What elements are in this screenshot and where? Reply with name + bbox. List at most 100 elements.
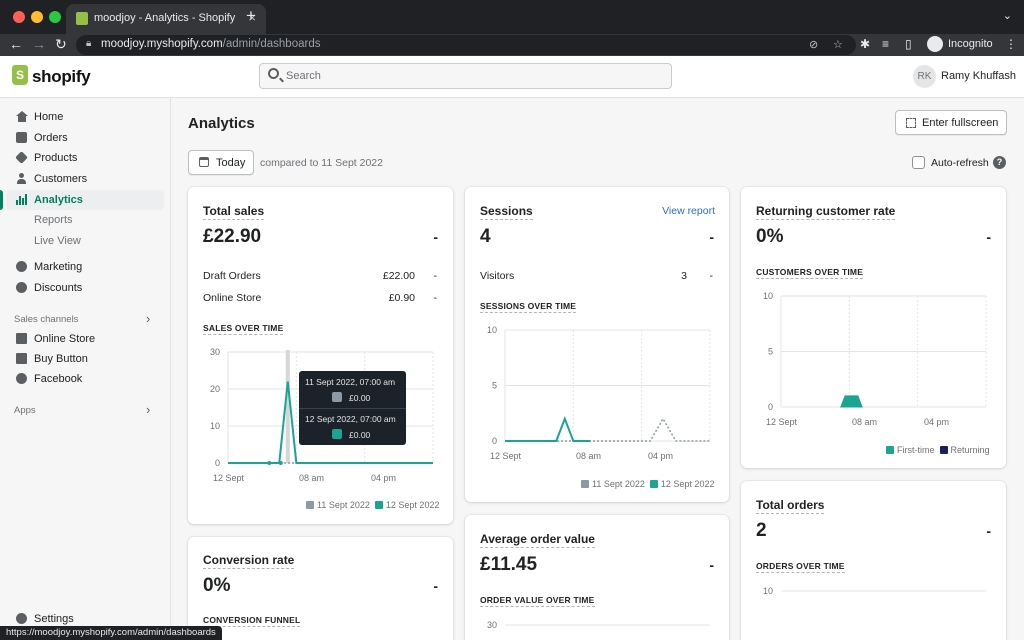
sidebar-item-marketing[interactable]: Marketing bbox=[6, 257, 164, 277]
user-name[interactable]: Ramy Khuffash bbox=[941, 70, 1016, 82]
total-sales-card: Total sales £22.90 - Draft Orders £22.00… bbox=[188, 187, 453, 524]
chart-legend: First-time Returning bbox=[886, 445, 990, 455]
sidebar-item-buy-button[interactable]: Buy Button bbox=[6, 349, 164, 369]
home-icon bbox=[16, 111, 28, 122]
sidebar-item-label: Customers bbox=[34, 173, 88, 185]
fullscreen-icon bbox=[906, 118, 916, 128]
tracking-eye-off-icon[interactable]: ⊘ bbox=[809, 38, 818, 51]
browser-tab[interactable]: moodjoy - Analytics - Shopify × bbox=[66, 4, 266, 34]
y-tick-label: 10 bbox=[487, 325, 497, 335]
card-value: 0% bbox=[203, 575, 231, 596]
tooltip-swatch bbox=[332, 429, 342, 439]
apps-heading[interactable]: Apps bbox=[14, 405, 36, 416]
sidebar-item-label: Facebook bbox=[34, 373, 83, 385]
button-label: Enter fullscreen bbox=[922, 117, 999, 129]
help-icon[interactable]: ? bbox=[993, 156, 1006, 169]
y-tick-label: 0 bbox=[215, 458, 220, 468]
incognito-label: Incognito bbox=[948, 38, 993, 50]
chevron-right-icon[interactable]: › bbox=[146, 311, 150, 326]
shopify-logo[interactable]: shopify bbox=[32, 67, 91, 87]
chart-heading: ORDERS OVER TIME bbox=[756, 561, 845, 573]
bookmark-star-icon[interactable]: ☆ bbox=[833, 38, 843, 51]
incognito-icon[interactable] bbox=[927, 36, 943, 52]
search-input[interactable]: Search bbox=[259, 63, 672, 89]
shopify-favicon-icon bbox=[76, 12, 88, 25]
extensions-puzzle-icon[interactable]: ✱ bbox=[860, 37, 870, 51]
card-title[interactable]: Sessions bbox=[480, 204, 533, 220]
breakdown-label: Draft Orders bbox=[203, 270, 261, 282]
address-bar[interactable]: 🔒︎ moodjoy.myshopify.com/admin/dashboard… bbox=[76, 35, 856, 55]
x-tick-label: 08 am bbox=[852, 417, 877, 427]
back-arrow-icon[interactable]: ← bbox=[9, 36, 23, 52]
x-tick-label: 12 Sept bbox=[490, 451, 522, 461]
target-icon bbox=[16, 261, 27, 272]
y-tick-label: 0 bbox=[492, 436, 497, 446]
chart-legend: 11 Sept 2022 12 Sept 2022 bbox=[581, 479, 714, 489]
y-tick-label: 10 bbox=[763, 291, 773, 301]
order-value-chart[interactable]: 30 bbox=[465, 613, 729, 640]
card-title[interactable]: Returning customer rate bbox=[756, 204, 896, 220]
enter-fullscreen-button[interactable]: Enter fullscreen bbox=[895, 110, 1007, 135]
average-order-value-card: Average order value £11.45 - ORDER VALUE… bbox=[465, 515, 729, 640]
sessions-card: Sessions View report 4 - Visitors 3 - SE… bbox=[465, 187, 729, 502]
person-icon bbox=[16, 173, 27, 184]
sidebar-subitem-live-view[interactable]: Live View bbox=[34, 235, 81, 247]
card-title[interactable]: Average order value bbox=[480, 532, 595, 548]
card-change: - bbox=[433, 229, 438, 245]
customers-over-time-chart[interactable]: 0 5 10 12 Sept 08 am 04 pm bbox=[741, 285, 1006, 435]
tooltip-date: 11 Sept 2022, 07:00 am bbox=[305, 377, 396, 387]
legend-swatch bbox=[649, 480, 658, 488]
sidebar-item-label: Orders bbox=[34, 132, 68, 144]
chevron-right-icon[interactable]: › bbox=[146, 402, 150, 417]
shopify-bag-icon bbox=[12, 65, 28, 85]
y-tick-label: 10 bbox=[210, 421, 220, 431]
auto-refresh-checkbox[interactable] bbox=[912, 156, 925, 169]
sidebar-item-label: Analytics bbox=[34, 194, 83, 206]
series-line-previous bbox=[505, 417, 710, 442]
sidebar-item-orders[interactable]: Orders bbox=[6, 128, 164, 148]
sidebar-item-label: Home bbox=[34, 111, 64, 123]
x-tick-label: 08 am bbox=[576, 451, 601, 461]
browser-menu-icon[interactable]: ⋮ bbox=[1005, 37, 1017, 51]
series-line-current bbox=[505, 416, 591, 442]
series-area-first-time bbox=[840, 395, 863, 408]
forward-arrow-icon[interactable]: → bbox=[32, 36, 46, 52]
sidebar-item-analytics[interactable]: Analytics bbox=[6, 190, 164, 210]
tooltip-divider bbox=[299, 408, 406, 409]
sidebar-item-label: Discounts bbox=[34, 282, 83, 294]
orders-icon bbox=[16, 132, 27, 143]
sidebar-item-facebook[interactable]: Facebook bbox=[6, 369, 164, 389]
legend-swatch bbox=[306, 501, 314, 509]
sidebar-item-online-store[interactable]: Online Store bbox=[6, 329, 164, 349]
reading-list-icon[interactable]: ≡ bbox=[882, 37, 889, 51]
breakdown-change: - bbox=[433, 270, 438, 282]
orders-over-time-chart[interactable]: 10 bbox=[741, 579, 1006, 639]
sidebar-item-customers[interactable]: Customers bbox=[6, 169, 164, 189]
breakdown-value: 3 bbox=[681, 270, 687, 282]
sidebar-item-home[interactable]: Home bbox=[6, 107, 164, 127]
minimize-window-button[interactable] bbox=[31, 11, 43, 23]
card-value: 4 bbox=[480, 226, 491, 247]
sidebar-item-discounts[interactable]: Discounts bbox=[6, 278, 164, 298]
y-tick-label: 0 bbox=[768, 402, 773, 412]
card-title[interactable]: Total sales bbox=[203, 204, 265, 220]
side-panel-icon[interactable]: ▯ bbox=[905, 37, 912, 51]
data-point bbox=[278, 461, 283, 465]
auto-refresh-label[interactable]: Auto-refresh bbox=[931, 157, 989, 169]
avatar[interactable]: RK bbox=[913, 65, 936, 88]
card-change: - bbox=[986, 523, 991, 539]
card-title[interactable]: Conversion rate bbox=[203, 553, 295, 569]
new-tab-icon[interactable]: + bbox=[246, 6, 256, 26]
reload-icon[interactable]: ↻ bbox=[55, 36, 67, 53]
card-title[interactable]: Total orders bbox=[756, 498, 825, 514]
sidebar-item-products[interactable]: Products bbox=[6, 148, 164, 168]
button-label: Today bbox=[216, 157, 246, 169]
view-report-link[interactable]: View report bbox=[662, 205, 715, 217]
gear-icon bbox=[16, 613, 27, 624]
tab-search-chevron-icon[interactable]: ⌄ bbox=[1003, 9, 1012, 22]
close-window-button[interactable] bbox=[13, 11, 25, 23]
sidebar-subitem-reports[interactable]: Reports bbox=[34, 214, 73, 226]
sessions-over-time-chart[interactable]: 0 5 10 12 Sept 08 am 04 pm bbox=[465, 319, 729, 469]
date-range-button[interactable]: Today bbox=[188, 150, 254, 175]
zoom-window-button[interactable] bbox=[49, 11, 61, 23]
